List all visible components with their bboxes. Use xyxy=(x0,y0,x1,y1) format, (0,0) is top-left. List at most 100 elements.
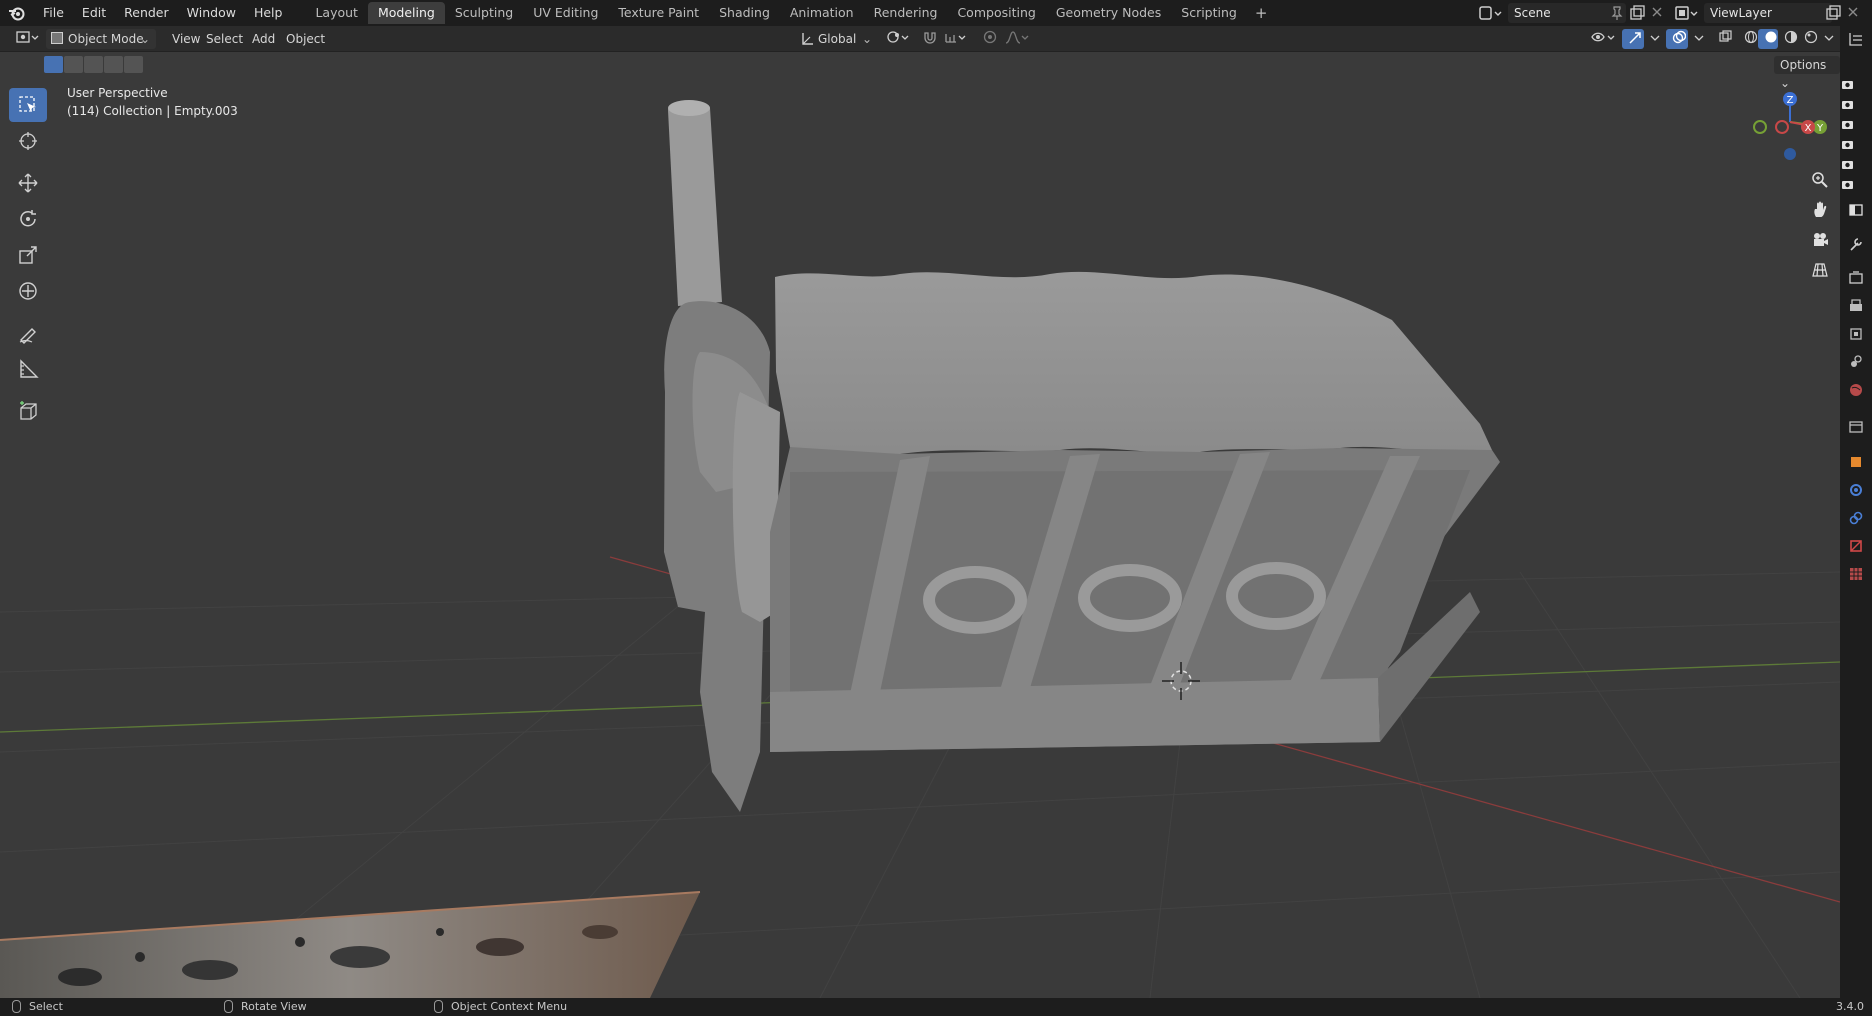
scene-selector-icon[interactable] xyxy=(1478,4,1504,22)
scale-tool-icon[interactable] xyxy=(9,238,47,272)
annotate-tool-icon[interactable] xyxy=(9,316,47,350)
menu-help[interactable]: Help xyxy=(245,0,292,26)
view-layer-selector-icon[interactable] xyxy=(1674,4,1700,22)
object-properties-icon[interactable] xyxy=(1848,454,1864,470)
snap-target-icon[interactable] xyxy=(938,29,968,49)
texture-properties-icon[interactable] xyxy=(1848,566,1864,582)
menu-add[interactable]: Add xyxy=(246,29,281,49)
status-select-label: Select xyxy=(29,1000,63,1013)
object-mode-dropdown[interactable]: Object Mode ⌄ xyxy=(46,29,156,49)
menu-select[interactable]: Select xyxy=(200,29,249,49)
shading-rendered-icon[interactable] xyxy=(1798,29,1818,49)
mouse-left-icon xyxy=(12,1000,21,1013)
tab-texture-paint[interactable]: Texture Paint xyxy=(608,2,709,24)
scene-name-field[interactable]: Scene xyxy=(1508,3,1626,23)
menu-render[interactable]: Render xyxy=(115,0,178,26)
perspective-toggle-icon[interactable] xyxy=(1806,256,1834,284)
select-mode-invert-icon[interactable] xyxy=(104,56,123,73)
select-mode-set-icon[interactable] xyxy=(44,56,63,73)
new-view-layer-icon[interactable] xyxy=(1824,4,1842,22)
pan-hand-icon[interactable] xyxy=(1806,196,1834,224)
menu-edit[interactable]: Edit xyxy=(73,0,115,26)
view-layer-properties-icon[interactable] xyxy=(1848,326,1864,342)
delete-scene-icon[interactable] xyxy=(1650,5,1664,19)
pivot-point-icon[interactable] xyxy=(880,29,914,49)
overlays-dropdown-icon[interactable] xyxy=(1688,29,1704,49)
tab-scripting[interactable]: Scripting xyxy=(1171,2,1247,24)
tab-modeling[interactable]: Modeling xyxy=(367,2,445,24)
shading-dropdown-icon[interactable] xyxy=(1818,29,1834,49)
navigation-gizmo[interactable]: Z X Y xyxy=(1740,72,1830,162)
viewport-header: Object Mode ⌄ View Select Add Object Glo… xyxy=(0,26,1848,52)
view-layer-name: ViewLayer xyxy=(1710,6,1772,20)
outliner-toggle-icon[interactable] xyxy=(1848,31,1864,47)
constraint-properties-icon[interactable] xyxy=(1848,510,1864,526)
camera-view-icon[interactable] xyxy=(1806,226,1834,254)
blender-logo-icon[interactable] xyxy=(0,5,34,21)
scene-properties-icon[interactable] xyxy=(1848,354,1864,370)
falloff-icon[interactable] xyxy=(998,29,1029,49)
render-properties-icon[interactable] xyxy=(1848,270,1864,286)
tab-rendering[interactable]: Rendering xyxy=(864,2,948,24)
shading-wireframe-icon[interactable] xyxy=(1738,29,1758,49)
gizmo-y-label: Y xyxy=(1816,123,1824,134)
pin-icon[interactable] xyxy=(1610,5,1624,21)
shading-solid-icon[interactable] xyxy=(1758,29,1778,49)
menu-object[interactable]: Object xyxy=(280,29,331,49)
collection-properties-icon[interactable] xyxy=(1848,418,1864,434)
options-label: Options xyxy=(1780,58,1827,72)
tab-animation[interactable]: Animation xyxy=(780,2,864,24)
tab-layout[interactable]: Layout xyxy=(305,2,368,24)
camera-icon[interactable] xyxy=(1840,96,1856,112)
cursor-tool-icon[interactable] xyxy=(9,124,47,158)
tab-compositing[interactable]: Compositing xyxy=(947,2,1045,24)
rotate-tool-icon[interactable] xyxy=(9,202,47,236)
zoom-icon[interactable] xyxy=(1806,166,1834,194)
select-mode-intersect-icon[interactable] xyxy=(124,56,143,73)
tab-geometry-nodes[interactable]: Geometry Nodes xyxy=(1046,2,1171,24)
move-tool-icon[interactable] xyxy=(9,166,47,200)
menu-window[interactable]: Window xyxy=(178,0,245,26)
camera-icon[interactable] xyxy=(1840,176,1856,192)
tab-uv-editing[interactable]: UV Editing xyxy=(523,2,608,24)
world-properties-icon[interactable] xyxy=(1848,382,1864,398)
menu-file[interactable]: File xyxy=(34,0,73,26)
transform-tool-icon[interactable] xyxy=(9,274,47,308)
snap-toggle-icon[interactable] xyxy=(916,29,938,49)
gizmo-dropdown-icon[interactable] xyxy=(1644,29,1660,49)
chevron-down-icon: ⌄ xyxy=(139,32,150,46)
tool-settings-icon[interactable] xyxy=(1848,236,1864,252)
add-cube-tool-icon[interactable] xyxy=(9,394,47,428)
mouse-right-icon xyxy=(434,1000,443,1013)
gizmo-toggle-icon[interactable] xyxy=(1622,29,1644,49)
add-workspace-icon[interactable]: + xyxy=(1247,4,1276,22)
camera-icon[interactable] xyxy=(1840,116,1856,132)
modifier-properties-icon[interactable] xyxy=(1848,482,1864,498)
object-data-properties-icon[interactable] xyxy=(1848,538,1864,554)
camera-icon[interactable] xyxy=(1840,156,1856,172)
transform-orientation-dropdown[interactable]: Global ⌄ xyxy=(794,29,876,49)
select-mode-subtract-icon[interactable] xyxy=(84,56,103,73)
tab-shading[interactable]: Shading xyxy=(709,2,780,24)
xray-toggle-icon[interactable] xyxy=(1712,29,1734,49)
editor-type-button[interactable] xyxy=(10,29,48,49)
proportional-editing-icon[interactable] xyxy=(976,29,998,49)
properties-toggle-icon[interactable] xyxy=(1848,202,1864,218)
visibility-selectability-icon[interactable] xyxy=(1584,29,1618,49)
overlays-toggle-icon[interactable] xyxy=(1666,29,1688,49)
shading-material-icon[interactable] xyxy=(1778,29,1798,49)
tab-sculpting[interactable]: Sculpting xyxy=(445,2,523,24)
output-properties-icon[interactable] xyxy=(1848,298,1864,314)
workspace-tabs: Layout Modeling Sculpting UV Editing Tex… xyxy=(305,0,1275,26)
camera-icon[interactable] xyxy=(1840,76,1856,92)
camera-icon[interactable] xyxy=(1840,136,1856,152)
select-box-tool-icon[interactable] xyxy=(9,88,47,122)
view-layer-field[interactable]: ViewLayer xyxy=(1704,3,1832,23)
status-context: Object Context Menu xyxy=(434,1000,567,1013)
measure-tool-icon[interactable] xyxy=(9,352,47,386)
3d-viewport[interactable]: User Perspective (114) Collection | Empt… xyxy=(0,52,1840,998)
select-mode-extend-icon[interactable] xyxy=(64,56,83,73)
delete-view-layer-icon[interactable] xyxy=(1846,5,1860,19)
new-scene-icon[interactable] xyxy=(1628,4,1646,22)
orientation-label: Global xyxy=(818,32,857,46)
